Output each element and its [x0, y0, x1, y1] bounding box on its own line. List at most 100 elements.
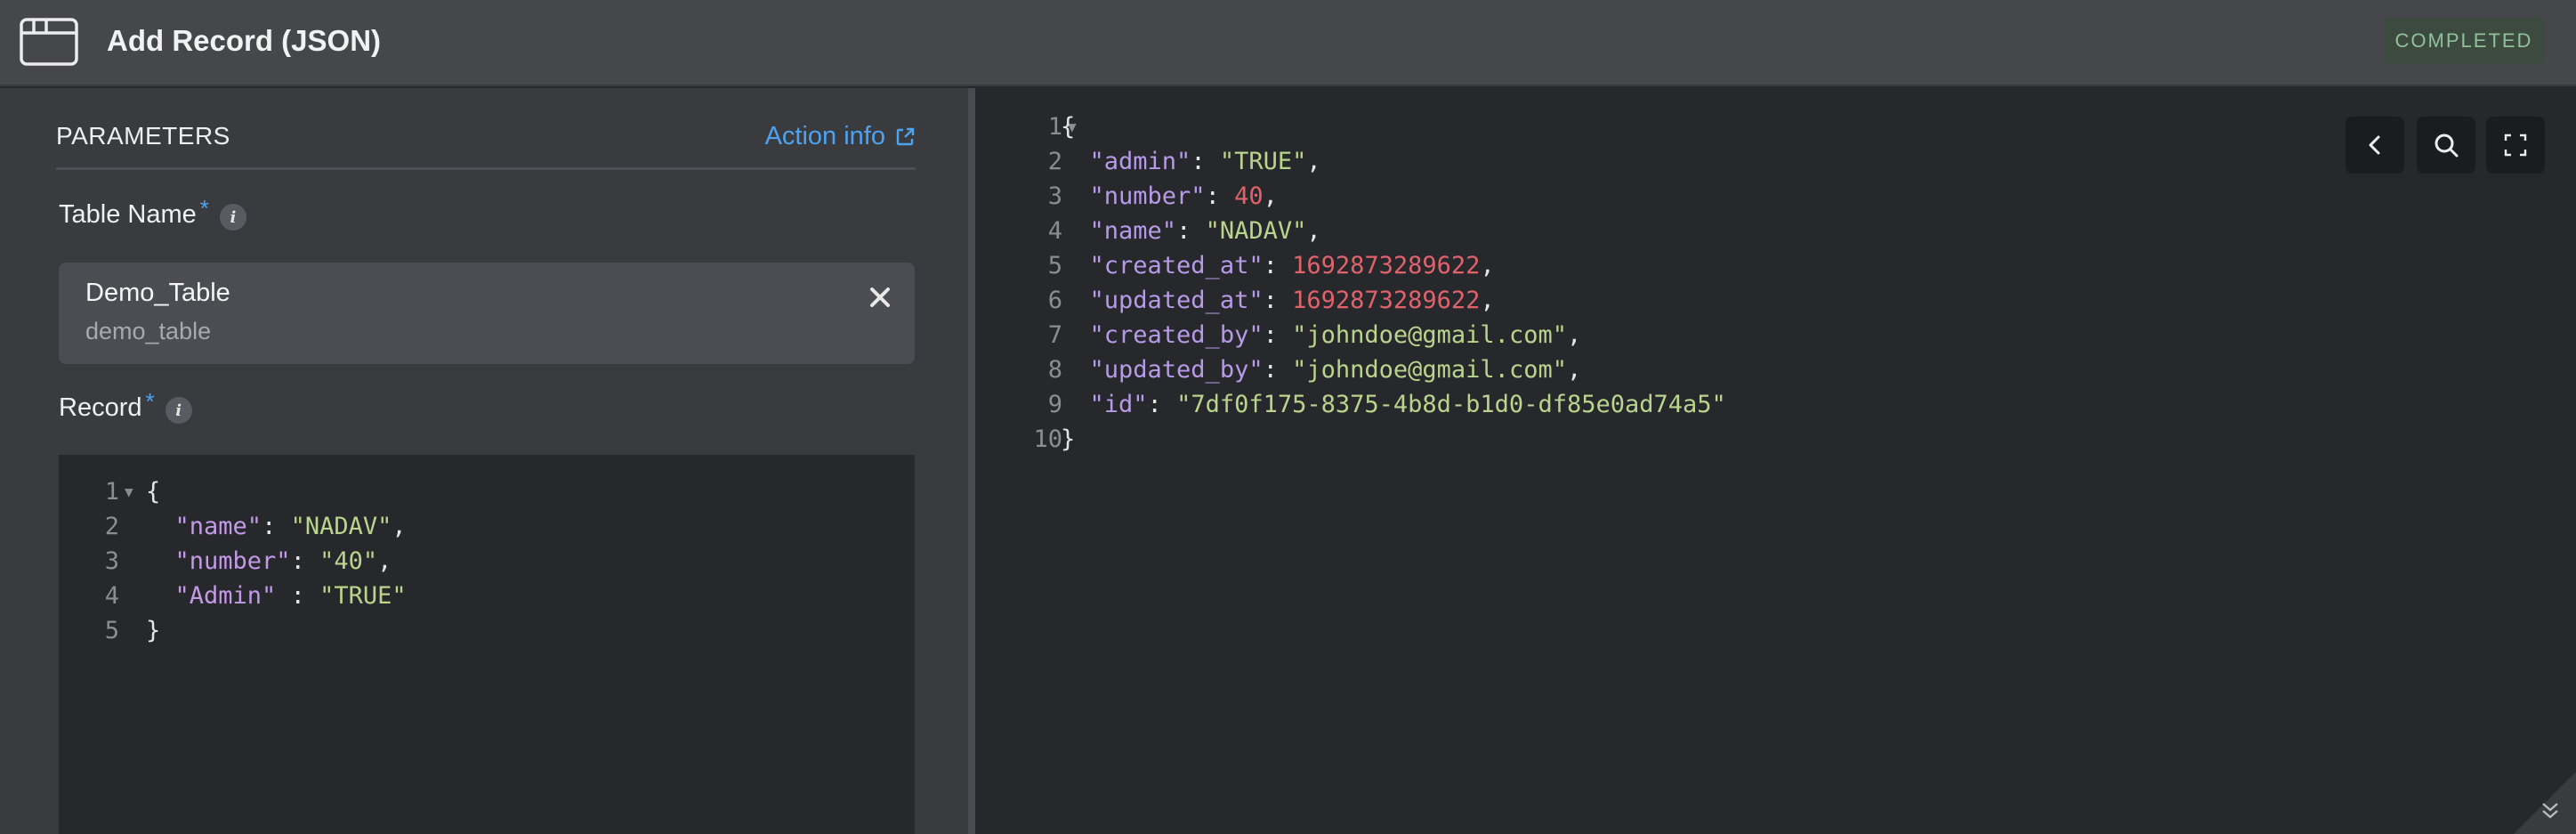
required-marker: * [145, 388, 155, 415]
record-json-editor[interactable]: 1 ▼{2 "name": "NADAV", 3 "number": "40", 4 … [59, 455, 915, 834]
code-token: , [1566, 321, 1582, 349]
parameters-title: PARAMETERS [56, 122, 230, 150]
code-token: "NADAV" [1205, 217, 1307, 245]
code-line: { [146, 474, 160, 509]
code-token: "7df0f175-8375-4b8d-b1d0-df85e0ad74a5" [1176, 391, 1726, 418]
close-icon[interactable] [865, 282, 895, 312]
code-token: , [1566, 356, 1582, 384]
code-token: : [262, 513, 291, 540]
code-token: , [1480, 287, 1495, 314]
info-icon[interactable]: i [219, 204, 246, 231]
code-token: : [1263, 356, 1293, 384]
code-token: { [146, 478, 161, 506]
line-number: 10 [1033, 425, 1062, 453]
header-bar: Add Record (JSON) COMPLETED [0, 0, 2576, 86]
search-button[interactable] [2417, 117, 2475, 174]
parameters-panel: PARAMETERS Action info Table Name * i De… [0, 88, 968, 834]
code-token: , [1306, 148, 1321, 175]
required-marker: * [199, 195, 209, 222]
code-token: : [1176, 217, 1206, 245]
code-token: : [1263, 252, 1293, 279]
code-token: 40 [1234, 182, 1264, 210]
browser-window-icon [20, 18, 78, 66]
code-token: , [392, 513, 407, 540]
code-token: } [1061, 425, 1076, 453]
code-token: : [276, 582, 320, 610]
code-token: "johndoe@gmail.com" [1292, 321, 1567, 349]
line-number: 5 [1047, 252, 1062, 279]
code-line: { [1061, 109, 1075, 144]
chevron-left-icon [2369, 135, 2380, 155]
table-name-label: Table Name * i [59, 195, 246, 231]
code-token: "admin" [1089, 148, 1191, 175]
fold-arrow-icon[interactable]: ▼ [125, 483, 133, 500]
code-line: "number": "40", [146, 544, 392, 579]
code-token: } [146, 617, 161, 644]
code-token: : [1147, 391, 1177, 418]
code-token: "created_at" [1089, 252, 1264, 279]
code-token: "40" [319, 547, 378, 575]
back-button[interactable] [2346, 117, 2404, 174]
selected-table-id: demo_table [85, 318, 212, 344]
code-line: "admin": "TRUE", [1061, 144, 1321, 179]
code-line: "updated_at": 1692873289622, [1061, 283, 1495, 318]
external-link-icon [896, 127, 915, 145]
panel-divider[interactable] [968, 88, 975, 834]
code-token: 1692873289622 [1292, 287, 1481, 314]
fullscreen-button[interactable] [2486, 117, 2545, 174]
line-number: 2 [1047, 148, 1062, 175]
code-token: : [290, 547, 320, 575]
search-icon [2435, 134, 2459, 158]
code-token: , [377, 547, 392, 575]
code-token: "TRUE" [319, 582, 407, 610]
code-token: "johndoe@gmail.com" [1292, 356, 1567, 384]
code-line: } [146, 613, 160, 648]
code-token: "NADAV" [290, 513, 392, 540]
table-name-select[interactable]: Demo_Table demo_table [59, 263, 915, 364]
double-chevron-down-icon[interactable] [2539, 798, 2562, 822]
record-label: Record * i [59, 388, 192, 424]
code-line: "created_by": "johndoe@gmail.com", [1061, 318, 1582, 352]
code-token: : [1263, 287, 1293, 314]
line-number: 4 [104, 582, 119, 610]
action-info-link[interactable]: Action info [765, 122, 916, 151]
code-token: { [1061, 113, 1076, 141]
status-badge: COMPLETED [2384, 18, 2544, 64]
code-line: "updated_by": "johndoe@gmail.com", [1061, 352, 1582, 387]
code-token: , [1263, 182, 1278, 210]
code-line: } [1061, 422, 1075, 457]
code-token: "number" [174, 547, 291, 575]
output-panel: 1 ▼{2 "admin": "TRUE", 3 "number": 40, 4 "n… [975, 88, 2576, 834]
page-title: Add Record (JSON) [107, 24, 382, 57]
code-token: "TRUE" [1219, 148, 1307, 175]
code-line: "created_at": 1692873289622, [1061, 248, 1495, 283]
code-line: "Admin" : "TRUE" [146, 579, 407, 613]
fullscreen-icon [2504, 134, 2527, 157]
code-token: : [1191, 148, 1220, 175]
code-token: "name" [1089, 217, 1177, 245]
line-number: 7 [1047, 321, 1062, 349]
code-token: "created_by" [1089, 321, 1264, 349]
line-number: 3 [104, 547, 119, 575]
line-number: 8 [1047, 356, 1062, 384]
code-token: "number" [1089, 182, 1206, 210]
line-number: 9 [1047, 391, 1062, 418]
info-icon[interactable]: i [165, 397, 192, 424]
line-number: 6 [1047, 287, 1062, 314]
code-line: "number": 40, [1061, 179, 1278, 214]
selected-table-name: Demo_Table [85, 279, 230, 307]
code-token: , [1306, 217, 1321, 245]
code-token: : [1263, 321, 1293, 349]
line-number: 4 [1047, 217, 1062, 245]
code-token: "updated_at" [1089, 287, 1264, 314]
